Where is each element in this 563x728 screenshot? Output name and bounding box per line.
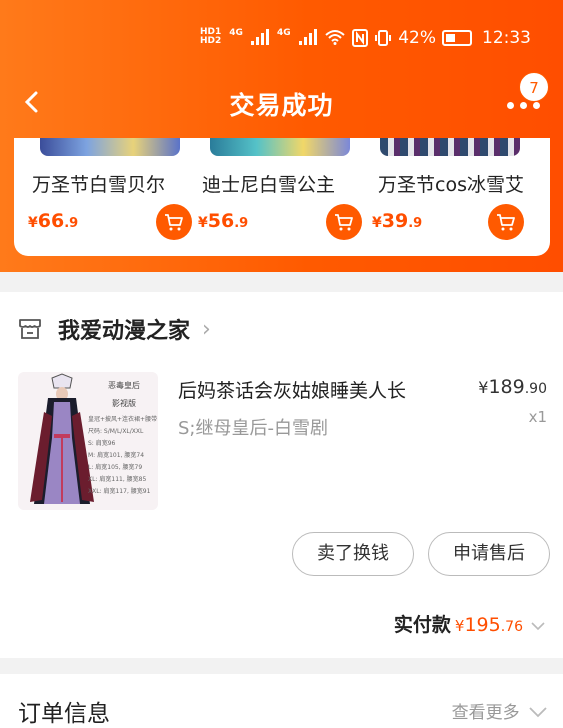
product-thumbnail [40,138,180,156]
image-caption-line: S: 肩宽96 [88,440,116,447]
order-info-section: 订单信息 查看更多 [0,674,563,728]
resell-button[interactable]: 卖了换钱 [292,532,414,576]
paid-label: 实付款 [393,614,451,636]
product-title[interactable]: 后妈茶话会灰姑娘睡美人长 [178,376,406,403]
paid-amount-row[interactable]: 实付款 ¥195.76 [394,610,545,637]
store-icon [19,319,41,339]
network-type-1: 4G [229,28,243,38]
product-sku: S;继母皇后-白雪剧 [178,418,328,439]
recommend-item-name: 迪士尼白雪公主 [202,174,336,196]
add-to-cart-button[interactable] [326,204,362,240]
recommend-item[interactable]: 万圣节白雪贝尔 ¥66.9 [22,138,192,256]
image-caption-line: 皇冠+披风+连衣裙+腰带 [88,416,158,423]
vibrate-icon [375,30,392,46]
status-bar: HD1 HD2 4G 4G 42% 12:33 [0,24,563,58]
signal-icon [298,29,317,45]
view-more-button[interactable]: 查看更多 [452,698,547,723]
recommend-item-name: 万圣节cos冰雪艾 [378,174,524,196]
chevron-right-icon: › [202,316,211,342]
image-caption-line: 尺码: S/M/L/XL/XXL [88,428,144,435]
message-badge[interactable]: 7 [519,72,549,102]
product-image[interactable]: 恶毒皇后 影视版 皇冠+披风+连衣裙+腰带 尺码: S/M/L/XL/XXL S… [18,372,158,510]
hd-indicator: HD1 HD2 [200,27,222,46]
nfc-icon [352,29,369,47]
add-to-cart-button[interactable] [156,204,192,240]
recommend-item-price: ¥56.9 [198,210,249,232]
image-caption-line: XL: 肩宽111, 腰宽85 [88,476,147,483]
cart-icon [335,214,353,231]
recommend-item-name: 万圣节白雪贝尔 [32,174,166,196]
order-card: 我爱动漫之家 › 恶毒皇后 影视版 皇冠+披风+连衣裙+腰带 尺码: S/M/L… [0,292,563,658]
product-thumbnail [210,138,350,156]
image-caption-line: L: 肩宽105, 腰宽79 [88,464,143,471]
more-dots-icon [507,102,514,109]
recommend-card: 万圣节白雪贝尔 ¥66.9 迪士尼白雪公主 ¥56.9 万圣节cos冰雪艾 ¥3… [14,138,550,256]
page-title: 交易成功 [229,91,334,120]
product-price: ¥189.90 [478,376,547,398]
nav-bar: 交易成功 [0,72,563,136]
signal-icon [250,29,269,45]
product-thumbnail [380,138,520,156]
battery-icon [442,30,472,46]
paid-amount: ¥195.76 [454,614,523,636]
image-caption-line: XXL: 肩宽117, 腰宽91 [88,488,151,495]
recommend-item-price: ¥66.9 [28,210,79,232]
cart-icon [497,214,515,231]
image-caption-title: 恶毒皇后 [108,381,140,390]
clock: 12:33 [482,28,531,48]
chevron-down-icon [531,622,545,631]
battery-percent: 42% [398,28,436,48]
add-to-cart-button[interactable] [488,204,524,240]
image-caption-line: M: 肩宽101, 腰宽74 [88,452,145,459]
order-info-title: 订单信息 [18,701,110,727]
product-quantity: x1 [528,408,547,426]
recommend-item[interactable]: 万圣节cos冰雪艾 ¥39.9 [362,138,528,256]
view-more-label: 查看更多 [451,703,520,723]
wifi-icon [324,30,345,45]
shop-name: 我爱动漫之家 [58,319,191,344]
chevron-down-icon [529,707,547,718]
recommend-item[interactable]: 迪士尼白雪公主 ¥56.9 [192,138,362,256]
network-type-2: 4G [276,28,291,38]
cart-icon [165,214,183,231]
after-sale-button[interactable]: 申请售后 [428,532,550,576]
recommend-item-price: ¥39.9 [372,210,423,232]
shop-link[interactable]: 我爱动漫之家 › [18,312,211,346]
image-caption-subtitle: 影视版 [112,399,136,408]
